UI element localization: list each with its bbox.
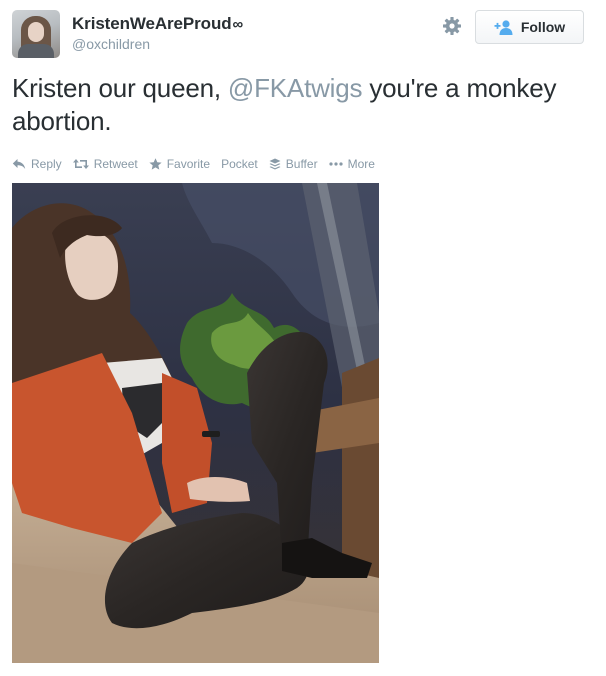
reply-action[interactable]: Reply bbox=[12, 157, 62, 171]
follow-button[interactable]: Follow bbox=[475, 10, 584, 44]
photo-illustration bbox=[12, 183, 379, 663]
star-icon bbox=[149, 158, 162, 170]
follow-label: Follow bbox=[520, 19, 566, 35]
retweet-action[interactable]: Retweet bbox=[72, 157, 138, 171]
add-user-icon bbox=[494, 20, 513, 35]
buffer-label: Buffer bbox=[285, 157, 318, 171]
display-name-text: KristenWeAreProud bbox=[72, 14, 232, 33]
avatar[interactable] bbox=[12, 10, 60, 58]
ellipsis-icon bbox=[328, 162, 343, 166]
more-label: More bbox=[347, 157, 375, 171]
reply-label: Reply bbox=[31, 157, 62, 171]
retweet-label: Retweet bbox=[93, 157, 138, 171]
user-names[interactable]: KristenWeAreProud∞ @oxchildren bbox=[72, 14, 243, 52]
avatar-face bbox=[28, 22, 44, 42]
buffer-action[interactable]: Buffer bbox=[269, 157, 318, 171]
mention-link[interactable]: @FKAtwigs bbox=[228, 73, 363, 103]
tweet-text: Kristen our queen, @FKAtwigs you're a mo… bbox=[12, 72, 572, 138]
tweet-actions: Reply Retweet Favorite Pocket Buffer Mor… bbox=[12, 155, 386, 173]
more-action[interactable]: More bbox=[328, 157, 375, 171]
tweet-header: KristenWeAreProud∞ @oxchildren Follow bbox=[12, 10, 584, 58]
reply-arrow-icon bbox=[12, 159, 26, 169]
favorite-action[interactable]: Favorite bbox=[149, 157, 210, 171]
retweet-icon bbox=[72, 159, 89, 169]
display-name-suffix: ∞ bbox=[232, 16, 244, 33]
screen-name[interactable]: @oxchildren bbox=[72, 36, 243, 52]
display-name[interactable]: KristenWeAreProud∞ bbox=[72, 14, 243, 34]
tweet-text-before: Kristen our queen, bbox=[12, 73, 228, 103]
pocket-label: Pocket bbox=[221, 157, 258, 171]
buffer-stack-icon bbox=[269, 158, 281, 170]
gear-icon[interactable] bbox=[442, 16, 462, 36]
avatar-body bbox=[18, 44, 54, 58]
tweet-photo[interactable] bbox=[12, 183, 379, 663]
favorite-label: Favorite bbox=[166, 157, 211, 171]
pocket-action[interactable]: Pocket bbox=[221, 157, 258, 171]
